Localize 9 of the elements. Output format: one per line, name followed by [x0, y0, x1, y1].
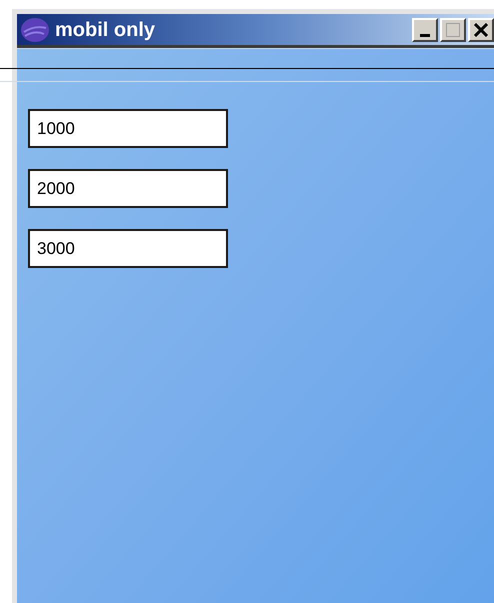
minimize-button[interactable]	[412, 18, 438, 42]
close-button[interactable]	[468, 18, 494, 42]
globe-icon	[20, 16, 50, 42]
input-field[interactable]: 1000	[28, 109, 228, 148]
maximize-button[interactable]	[440, 18, 466, 42]
window-title: mobil only	[55, 20, 155, 40]
input-field[interactable]: 2000	[28, 169, 228, 208]
input-field[interactable]: 3000	[28, 229, 228, 268]
close-icon	[474, 22, 488, 36]
